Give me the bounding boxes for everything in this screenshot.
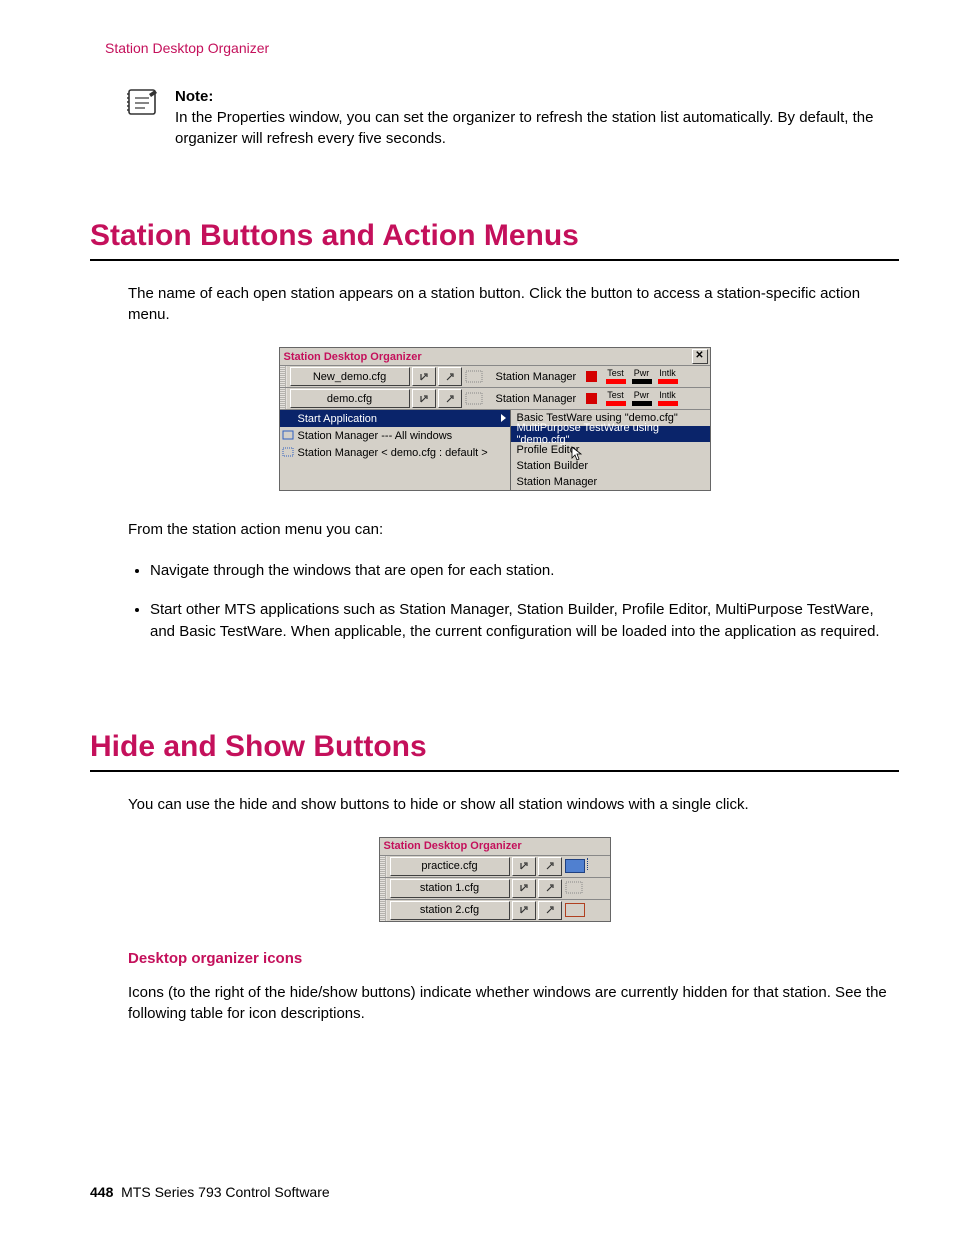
heading-station-buttons: Station Buttons and Action Menus [90,219,899,261]
list-item: Navigate through the windows that are op… [150,560,899,583]
page-footer: 448 MTS Series 793 Control Software [90,1184,330,1200]
grip-handle[interactable] [280,388,287,409]
status-label: Station Manager [496,393,586,405]
hide-button[interactable] [512,901,536,920]
indicator-intlk: Intlk [655,369,681,384]
window-title: Station Desktop Organizer [282,351,422,363]
show-button[interactable] [538,879,562,898]
sub-heading-icons: Desktop organizer icons [128,950,899,967]
section2-intro: You can use the hide and show buttons to… [128,794,899,815]
screenshot-organizer-menu: Station Desktop Organizer ✕ New_demo.cfg… [90,347,899,491]
station-button[interactable]: station 1.cfg [390,879,510,898]
station-button[interactable]: station 2.cfg [390,901,510,920]
submenu-multipurpose-testware[interactable]: MultiPurpose TestWare using "demo.cfg" [511,426,710,442]
grip-handle[interactable] [380,878,387,899]
station-button[interactable]: practice.cfg [390,857,510,876]
hide-button[interactable] [412,367,436,386]
windows-mixed-icon [564,902,586,919]
grip-handle[interactable] [280,366,287,387]
submenu-station-manager[interactable]: Station Manager [511,474,710,490]
section2-body: Icons (to the right of the hide/show but… [128,982,899,1024]
indicator-test: Test [603,391,629,406]
indicator-intlk: Intlk [655,391,681,406]
section1-intro: The name of each open station appears on… [128,283,899,325]
indicator-test: Test [603,369,629,384]
hide-button[interactable] [412,389,436,408]
windows-status-icon [464,368,486,385]
note-icon [125,86,161,149]
windows-status-icon [464,390,486,407]
window-title: Station Desktop Organizer [382,840,522,852]
screenshot-organizer-hideshow: Station Desktop Organizer practice.cfg s… [90,837,899,922]
grip-handle[interactable] [380,856,387,877]
note-body: In the Properties window, you can set th… [175,109,873,147]
hide-button[interactable] [512,857,536,876]
hide-button[interactable] [512,879,536,898]
windows-hidden-icon [564,880,586,897]
status-label: Station Manager [496,371,586,383]
menu-station-manager-demo[interactable]: Station Manager < demo.cfg : default > [280,444,510,461]
indicator-pwr: Pwr [629,369,655,384]
note-label: Note: [175,88,213,105]
indicator-pwr: Pwr [629,391,655,406]
menu-start-application[interactable]: Start Application [280,410,510,427]
cursor-icon [571,446,583,462]
note-block: Note: In the Properties window, you can … [125,86,899,149]
show-button[interactable] [438,367,462,386]
section1-bullets: Navigate through the windows that are op… [128,560,899,644]
stop-icon [586,371,597,382]
section1-lead: From the station action menu you can: [128,519,899,540]
submenu-station-builder[interactable]: Station Builder [511,458,710,474]
menu-station-manager-all[interactable]: Station Manager --- All windows [280,427,510,444]
windows-visible-icon [564,858,586,875]
heading-hide-show: Hide and Show Buttons [90,730,899,772]
station-button[interactable]: New_demo.cfg [290,367,410,386]
stop-icon [586,393,597,404]
show-button[interactable] [538,901,562,920]
show-button[interactable] [438,389,462,408]
station-button[interactable]: demo.cfg [290,389,410,408]
list-item: Start other MTS applications such as Sta… [150,599,899,644]
grip-handle[interactable] [380,900,387,921]
running-header: Station Desktop Organizer [105,40,899,56]
show-button[interactable] [538,857,562,876]
close-icon[interactable]: ✕ [692,349,708,364]
